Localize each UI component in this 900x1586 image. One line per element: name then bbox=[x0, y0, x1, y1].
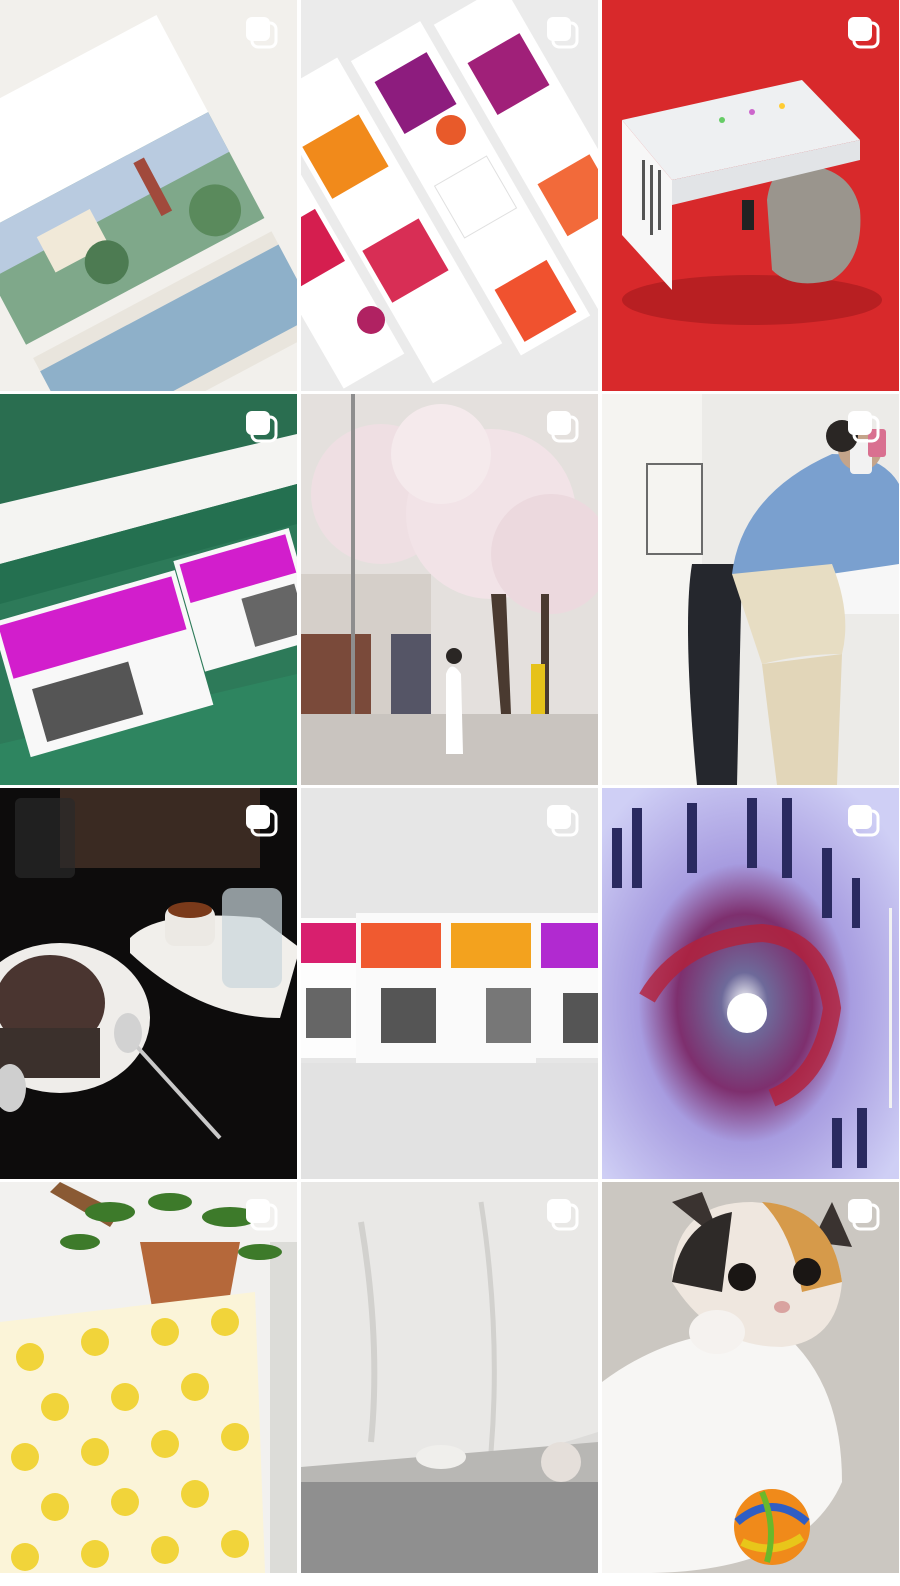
post-tile-9[interactable] bbox=[602, 788, 899, 1179]
post-tile-8[interactable] bbox=[301, 788, 598, 1179]
post-thumbnail-5 bbox=[301, 394, 598, 785]
post-thumbnail-10 bbox=[0, 1182, 297, 1573]
post-thumbnail-7 bbox=[0, 788, 297, 1179]
post-tile-5[interactable] bbox=[301, 394, 598, 785]
post-thumbnail-1 bbox=[0, 0, 297, 391]
post-thumbnail-11 bbox=[301, 1182, 598, 1573]
post-thumbnail-12 bbox=[602, 1182, 899, 1573]
post-thumbnail-3 bbox=[602, 0, 899, 391]
post-tile-2[interactable] bbox=[301, 0, 598, 391]
post-tile-10[interactable] bbox=[0, 1182, 297, 1573]
post-tile-4[interactable] bbox=[0, 394, 297, 785]
post-thumbnail-4 bbox=[0, 394, 297, 785]
post-thumbnail-6 bbox=[602, 394, 899, 785]
post-thumbnail-2 bbox=[301, 0, 598, 391]
profile-post-grid bbox=[0, 0, 900, 1586]
post-tile-11[interactable] bbox=[301, 1182, 598, 1573]
post-tile-7[interactable] bbox=[0, 788, 297, 1179]
post-thumbnail-8 bbox=[301, 788, 598, 1179]
post-tile-1[interactable] bbox=[0, 0, 297, 391]
post-thumbnail-9 bbox=[602, 788, 899, 1179]
post-tile-6[interactable] bbox=[602, 394, 899, 785]
post-tile-3[interactable] bbox=[602, 0, 899, 391]
post-tile-12[interactable] bbox=[602, 1182, 899, 1573]
